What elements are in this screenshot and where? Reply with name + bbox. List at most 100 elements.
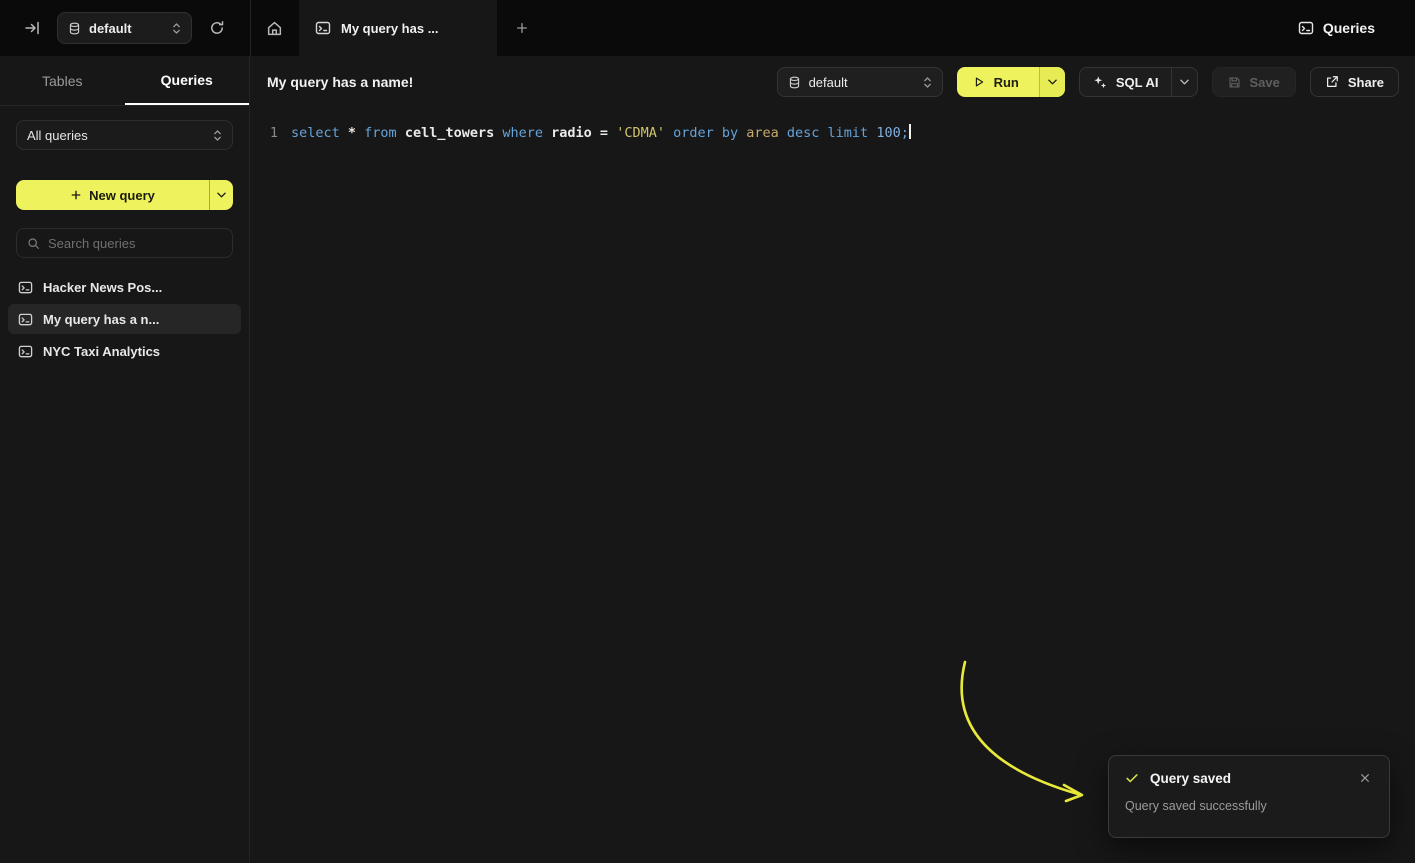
query-search-box	[16, 228, 233, 258]
sql-token: limit	[828, 125, 877, 141]
sql-token: area	[746, 125, 787, 141]
database-icon	[68, 22, 81, 35]
line-number: 1	[268, 124, 278, 142]
app-window: default My query has ...	[0, 0, 1415, 863]
add-tab-button[interactable]	[511, 17, 533, 39]
sql-token: 100	[876, 125, 900, 141]
sparkles-icon	[1093, 75, 1107, 89]
run-button-group: Run	[957, 67, 1065, 97]
tab-tables-label: Tables	[42, 73, 82, 89]
chevron-updown-icon	[213, 129, 222, 142]
query-item-label: Hacker News Pos...	[43, 280, 162, 295]
query-icon	[18, 344, 33, 359]
topbar-database-selector[interactable]: default	[57, 12, 192, 44]
sidebar: Tables Queries All queries New query	[0, 56, 250, 863]
sql-ai-label: SQL AI	[1116, 75, 1159, 90]
chevron-down-icon	[217, 192, 226, 198]
tab-label: My query has ...	[341, 21, 439, 36]
sql-token: ;	[901, 125, 909, 141]
sidebar-tab-queries[interactable]: Queries	[125, 56, 250, 105]
run-button[interactable]: Run	[957, 67, 1039, 97]
toast-header: Query saved	[1125, 770, 1373, 786]
sql-editor[interactable]: 1 select * from cell_towers where radio …	[251, 108, 1415, 863]
close-icon	[1360, 773, 1370, 783]
topbar-divider	[250, 0, 251, 56]
queries-top-link[interactable]: Queries	[1298, 0, 1375, 56]
queries-icon	[1298, 20, 1314, 36]
home-button[interactable]	[262, 16, 286, 40]
toast-close-button[interactable]	[1357, 770, 1373, 786]
query-list: Hacker News Pos... My query has a n... N…	[0, 272, 249, 366]
home-icon	[266, 20, 283, 37]
share-button[interactable]: Share	[1310, 67, 1399, 97]
query-icon	[18, 280, 33, 295]
sql-ai-button[interactable]: SQL AI	[1080, 68, 1172, 96]
tab-my-query[interactable]: My query has ...	[299, 0, 497, 56]
sql-token: cell_towers	[405, 125, 503, 141]
search-icon	[27, 237, 40, 250]
chevron-updown-icon	[172, 22, 181, 35]
sidebar-tab-tables[interactable]: Tables	[0, 56, 125, 105]
query-title: My query has a name!	[267, 74, 777, 90]
toast-message: Query saved successfully	[1125, 799, 1373, 813]
database-icon	[788, 76, 801, 89]
sql-token: radio	[551, 125, 600, 141]
query-item-label: My query has a n...	[43, 312, 159, 327]
new-query-button[interactable]: New query	[16, 180, 209, 210]
top-bar: default My query has ...	[0, 0, 1415, 56]
toast-title: Query saved	[1150, 771, 1346, 786]
text-cursor	[909, 124, 911, 139]
new-query-dropdown-button[interactable]	[209, 180, 233, 210]
sql-token: order by	[673, 125, 746, 141]
check-icon	[1125, 771, 1139, 785]
queries-link-label: Queries	[1323, 20, 1375, 36]
sql-code: select * from cell_towers where radio = …	[291, 124, 911, 142]
play-icon	[973, 76, 985, 88]
run-button-label: Run	[994, 75, 1019, 90]
main-panel: My query has a name! default	[251, 56, 1415, 863]
query-icon	[18, 312, 33, 327]
sql-token: =	[600, 125, 616, 141]
toast-query-saved: Query saved Query saved successfully	[1108, 755, 1390, 838]
new-query-button-group: New query	[16, 180, 233, 210]
save-button[interactable]: Save	[1212, 67, 1295, 97]
tab-queries-label: Queries	[161, 72, 213, 88]
collapse-sidebar-icon	[24, 20, 41, 36]
new-query-label: New query	[89, 188, 155, 203]
query-filter-dropdown[interactable]: All queries	[16, 120, 233, 150]
sql-token: where	[502, 125, 551, 141]
chevron-down-icon	[1048, 79, 1057, 85]
sidebar-controls: All queries New query	[0, 106, 249, 258]
search-queries-input[interactable]	[48, 236, 224, 251]
run-options-button[interactable]	[1039, 67, 1065, 97]
save-button-label: Save	[1249, 75, 1279, 90]
editor-header-controls: default Run	[777, 67, 1399, 97]
query-list-item[interactable]: Hacker News Pos...	[8, 272, 241, 302]
refresh-button[interactable]	[205, 16, 229, 40]
editor-database-value: default	[809, 75, 915, 90]
sql-token: *	[348, 125, 364, 141]
sql-ai-options-button[interactable]	[1171, 68, 1197, 96]
plus-icon	[515, 21, 529, 35]
share-icon	[1325, 75, 1339, 89]
sql-token: from	[364, 125, 405, 141]
save-icon	[1228, 76, 1241, 89]
plus-icon	[70, 189, 82, 201]
sidebar-tabs: Tables Queries	[0, 56, 249, 106]
database-selector-value: default	[89, 21, 164, 36]
query-list-item[interactable]: NYC Taxi Analytics	[8, 336, 241, 366]
editor-header: My query has a name! default	[251, 56, 1415, 108]
query-icon	[315, 20, 331, 36]
sql-token: select	[291, 125, 348, 141]
share-button-label: Share	[1348, 75, 1384, 90]
chevron-updown-icon	[923, 76, 932, 89]
collapse-sidebar-button[interactable]	[20, 17, 44, 39]
sql-token: 'CDMA'	[616, 125, 673, 141]
query-list-item-selected[interactable]: My query has a n...	[8, 304, 241, 334]
query-item-label: NYC Taxi Analytics	[43, 344, 160, 359]
editor-database-selector[interactable]: default	[777, 67, 943, 97]
sql-ai-button-group: SQL AI	[1079, 67, 1199, 97]
sql-token: desc	[787, 125, 828, 141]
chevron-down-icon	[1180, 79, 1189, 85]
refresh-icon	[209, 20, 225, 36]
